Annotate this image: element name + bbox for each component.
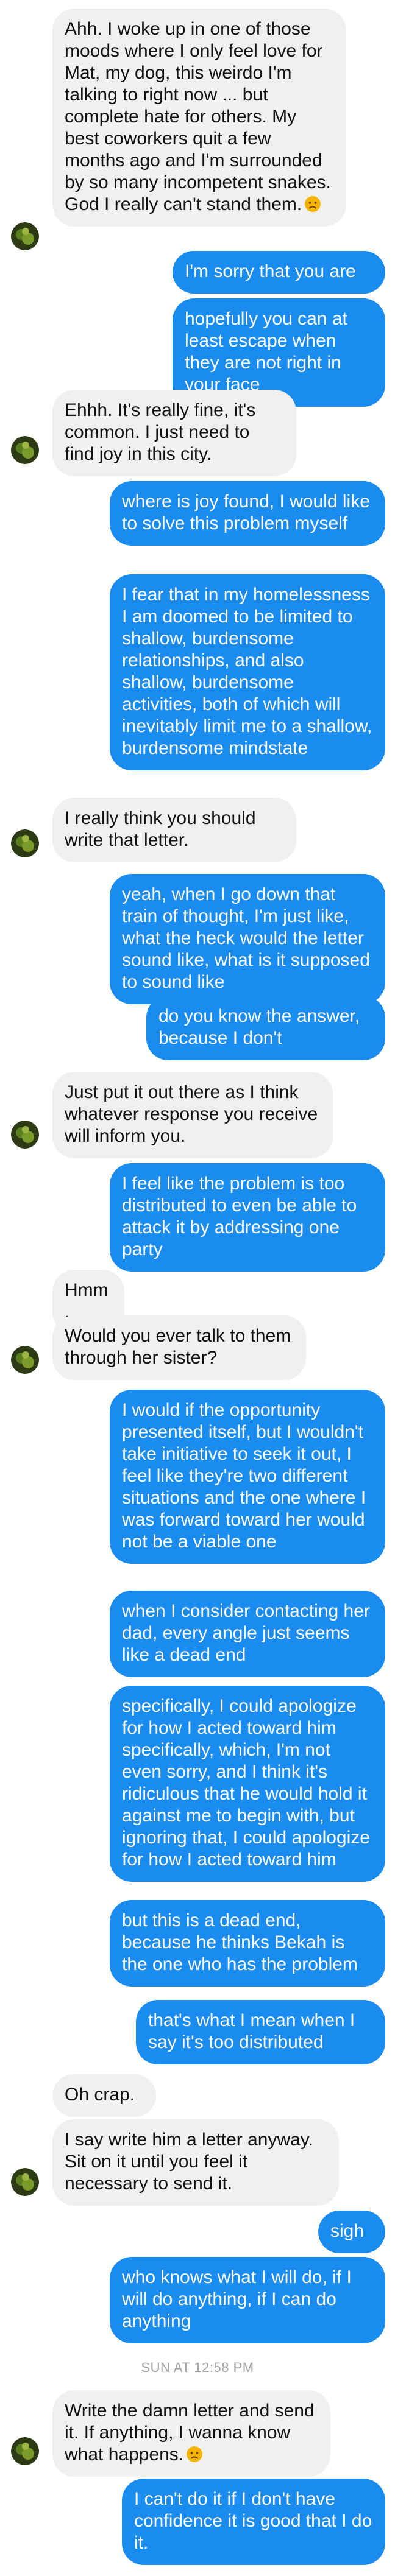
contact-avatar[interactable]: [11, 1121, 39, 1149]
message-bubble-outgoing: I fear that in my homelessness I am doom…: [110, 574, 385, 770]
contact-avatar[interactable]: [11, 222, 39, 250]
contact-avatar[interactable]: [11, 1346, 39, 1374]
message-text: that's what I mean when I say it's too d…: [148, 2010, 355, 2052]
message-text: sigh: [330, 2221, 365, 2241]
message-text: Would you ever talk to them through her …: [65, 1326, 291, 1368]
message-bubble-outgoing: I feel like the problem is too distribut…: [110, 1163, 385, 1272]
message-text: I feel like the problem is too distribut…: [122, 1174, 357, 1259]
message-bubble-incoming: I say write him a letter anyway. Sit on …: [52, 2119, 339, 2206]
message-text: I say write him a letter anyway. Sit on …: [65, 2130, 313, 2194]
message-text: I'm sorry that you are: [185, 261, 356, 281]
message-bubble-incoming: Just put it out there as I think whateve…: [52, 1072, 333, 1158]
message-bubble-outgoing: that's what I mean when I say it's too d…: [136, 2000, 385, 2064]
message-text: I can't do it if I don't have confidence…: [134, 2489, 372, 2553]
message-bubble-outgoing: specifically, I could apologize for how …: [110, 1686, 385, 1882]
message-bubble-incoming: Ahh. I woke up in one of those moods whe…: [52, 9, 346, 227]
message-text: do you know the answer, because I don't: [158, 1006, 360, 1048]
message-bubble-outgoing: yeah, when I go down that train of thoug…: [110, 874, 385, 1004]
message-bubble-outgoing: when I consider contacting her dad, ever…: [110, 1591, 385, 1677]
message-bubble-outgoing: sigh: [318, 2211, 385, 2253]
message-text: Oh crap.: [65, 2085, 135, 2105]
message-text: yeah, when I go down that train of thoug…: [122, 884, 370, 992]
message-bubble-outgoing: do you know the answer, because I don't: [146, 996, 385, 1060]
message-bubble-outgoing: where is joy found, I would like to solv…: [110, 481, 385, 546]
message-text: Ehhh. It's really fine, it's common. I j…: [65, 400, 256, 464]
message-text: but this is a dead end, because he think…: [122, 1910, 358, 1974]
message-text: I fear that in my homelessness I am doom…: [122, 585, 372, 758]
message-text: I really think you should write that let…: [65, 808, 256, 850]
conversation-timestamp: SUN AT 12:58 PM: [141, 2360, 254, 2375]
message-bubble-incoming: Would you ever talk to them through her …: [52, 1315, 306, 1380]
message-text: Ahh. I woke up in one of those moods whe…: [65, 19, 331, 214]
message-bubble-incoming: Oh crap.: [52, 2074, 156, 2117]
contact-avatar[interactable]: [11, 2168, 39, 2196]
message-bubble-outgoing: I would if the opportunity presented its…: [110, 1390, 385, 1564]
message-bubble-outgoing: who knows what I will do, if I will do a…: [110, 2257, 385, 2343]
message-text: who knows what I will do, if I will do a…: [122, 2267, 352, 2331]
contact-avatar[interactable]: [11, 2437, 39, 2465]
conversation-thread[interactable]: Ahh. I woke up in one of those moods whe…: [0, 0, 395, 2576]
disappointed-face-icon: [186, 2446, 203, 2463]
message-bubble-incoming: Ehhh. It's really fine, it's common. I j…: [52, 390, 296, 476]
message-text: hopefully you can at least escape when t…: [185, 309, 347, 395]
message-bubble-outgoing: but this is a dead end, because he think…: [110, 1900, 385, 1987]
contact-avatar[interactable]: [11, 436, 39, 464]
message-bubble-outgoing: I can't do it if I don't have confidence…: [122, 2479, 385, 2565]
message-bubble-outgoing: I'm sorry that you are: [173, 251, 385, 294]
disappointed-face-icon: [304, 195, 321, 213]
message-text: when I consider contacting her dad, ever…: [122, 1601, 370, 1665]
message-bubble-incoming: I really think you should write that let…: [52, 798, 296, 862]
message-text: specifically, I could apologize for how …: [122, 1696, 370, 1870]
message-text: I would if the opportunity presented its…: [122, 1400, 366, 1552]
message-text: where is joy found, I would like to solv…: [122, 491, 370, 533]
message-text: Just put it out there as I think whateve…: [65, 1082, 318, 1146]
contact-avatar[interactable]: [11, 829, 39, 857]
message-bubble-incoming: Write the damn letter and send it. If an…: [52, 2390, 330, 2477]
